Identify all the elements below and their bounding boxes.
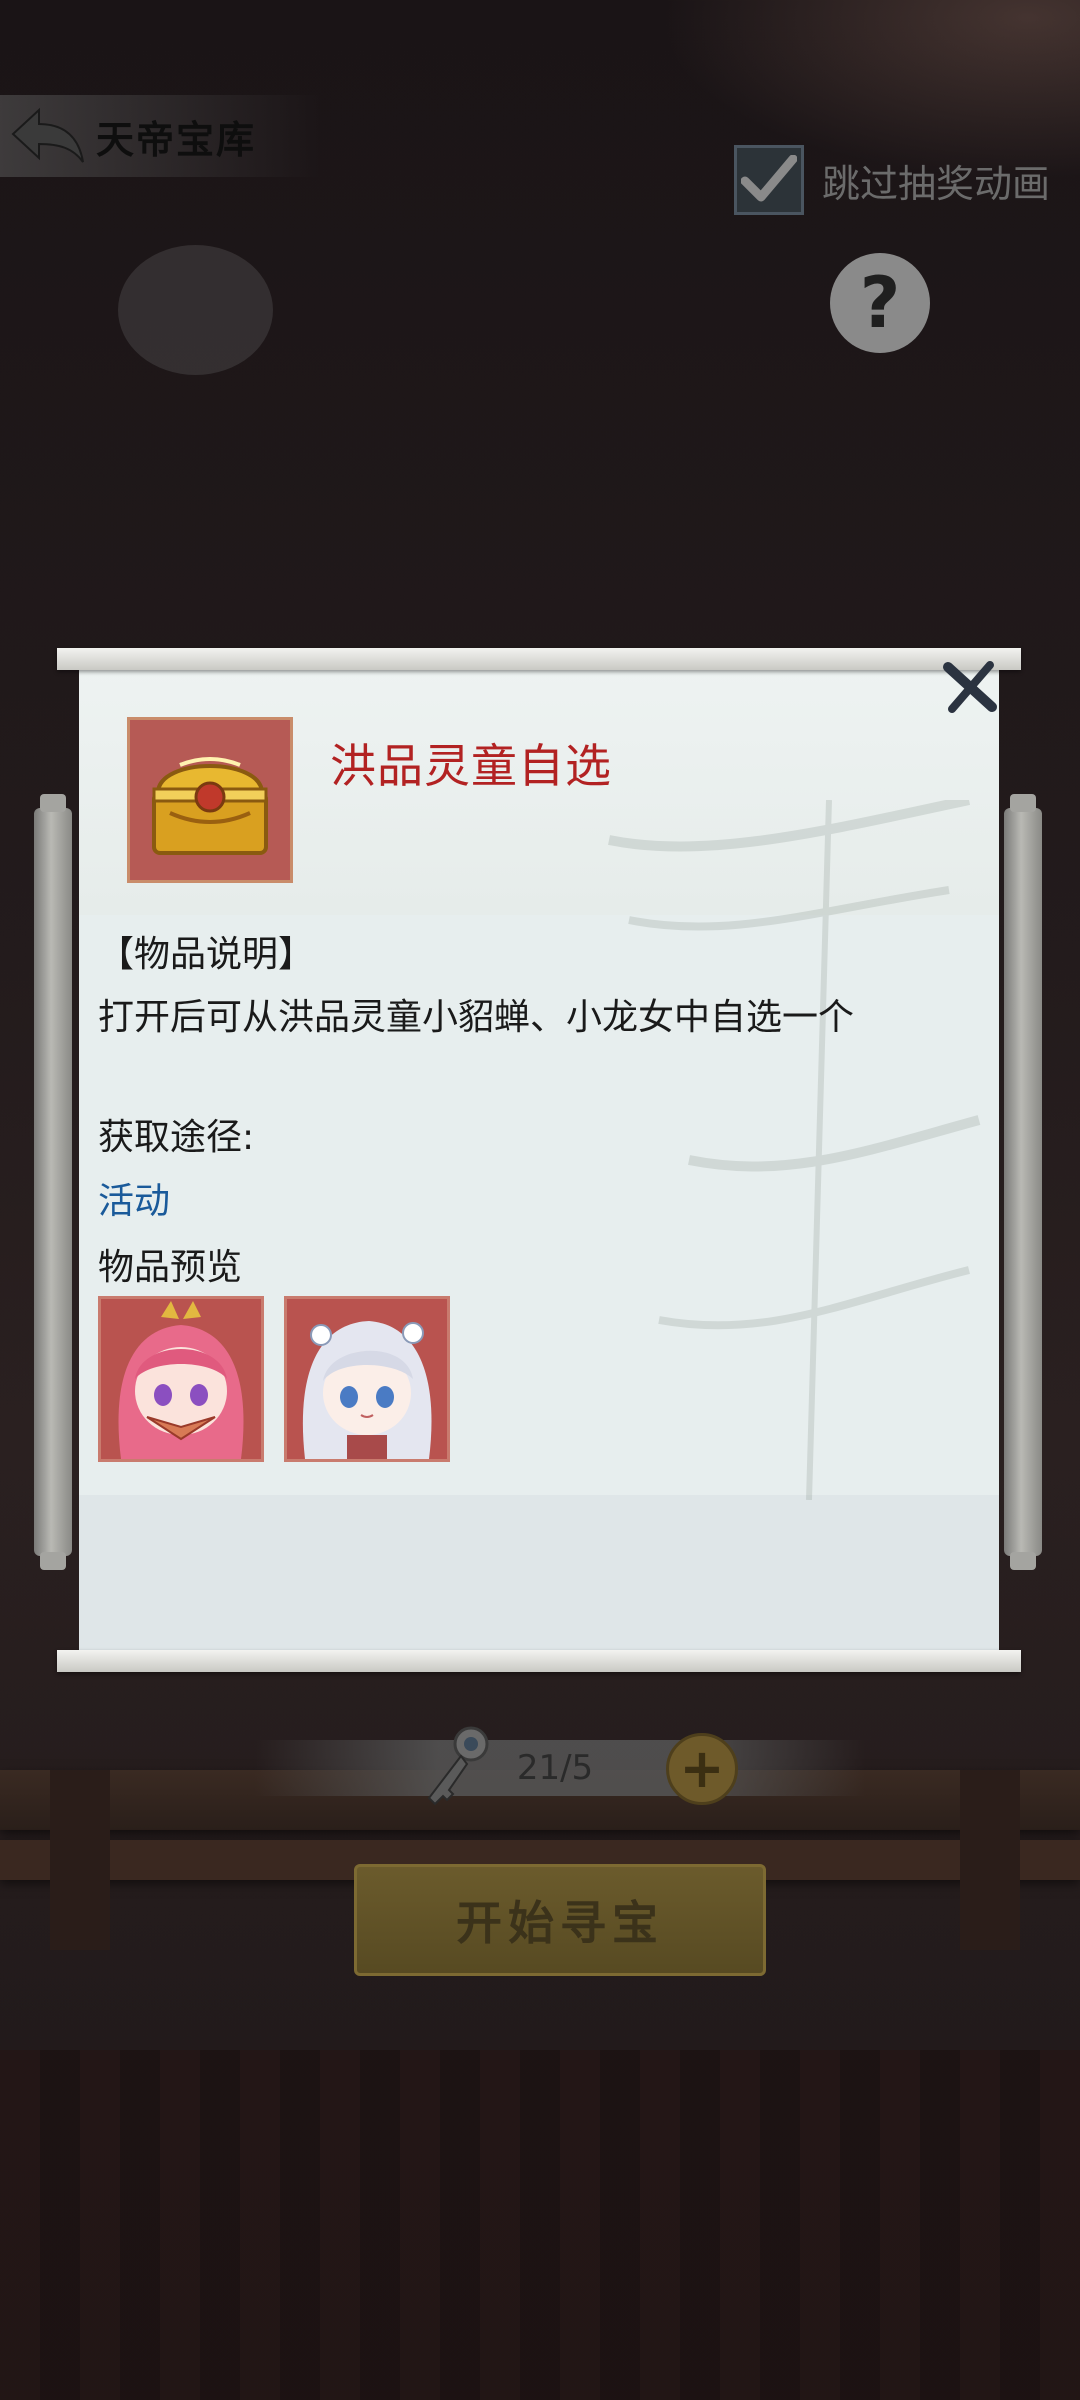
page-title: 天帝宝库 xyxy=(96,117,257,162)
source-link-activity[interactable]: 活动 xyxy=(98,1172,170,1224)
railing-post xyxy=(50,1770,110,1950)
railing-post xyxy=(960,1770,1020,1950)
checkmark-icon xyxy=(740,155,797,202)
preview-item-silver-hair-girl[interactable] xyxy=(284,1296,450,1462)
scroll-rod-left xyxy=(34,794,72,1570)
skip-animation-toggle[interactable]: 跳过抽奖动画 xyxy=(733,145,1050,215)
scroll-bar-bottom xyxy=(57,1650,1021,1672)
silver-hair-girl-portrait xyxy=(287,1299,447,1459)
preview-header: 物品预览 xyxy=(98,1247,243,1288)
scroll-bar-top xyxy=(57,648,1021,670)
skip-animation-checkbox[interactable] xyxy=(733,145,804,215)
preview-item-pink-hair-girl[interactable] xyxy=(98,1296,264,1462)
help-button[interactable]: ? xyxy=(830,253,930,353)
treasure-chest-icon xyxy=(127,717,293,883)
bamboo-watermark-icon xyxy=(608,800,981,1500)
source-header: 获取途径: xyxy=(98,1117,255,1158)
skip-animation-label: 跳过抽奖动画 xyxy=(821,161,1050,206)
back-arrow-icon[interactable] xyxy=(0,95,96,177)
description-header: 【物品说明】 xyxy=(98,934,315,975)
faded-emblem-icon xyxy=(118,245,273,375)
start-button-label: 开始寻宝 xyxy=(456,1896,664,1950)
start-treasure-hunt-button[interactable]: 开始寻宝 xyxy=(354,1864,766,1976)
plus-icon: + xyxy=(679,1737,725,1800)
add-key-button[interactable]: + xyxy=(666,1733,738,1805)
pink-hair-girl-portrait xyxy=(101,1299,261,1459)
item-name: 洪品灵童自选 xyxy=(330,739,612,793)
question-mark-icon: ? xyxy=(859,262,901,344)
top-bar: 天帝宝库 xyxy=(0,95,320,177)
scroll-rod-right xyxy=(1004,794,1042,1570)
floor-background xyxy=(0,2050,1080,2400)
close-x-icon[interactable] xyxy=(938,658,1002,716)
item-description: 打开后可从洪品灵童小貂蝉、小龙女中自选一个 xyxy=(98,997,855,1038)
key-counter: 21/5 xyxy=(516,1748,594,1788)
